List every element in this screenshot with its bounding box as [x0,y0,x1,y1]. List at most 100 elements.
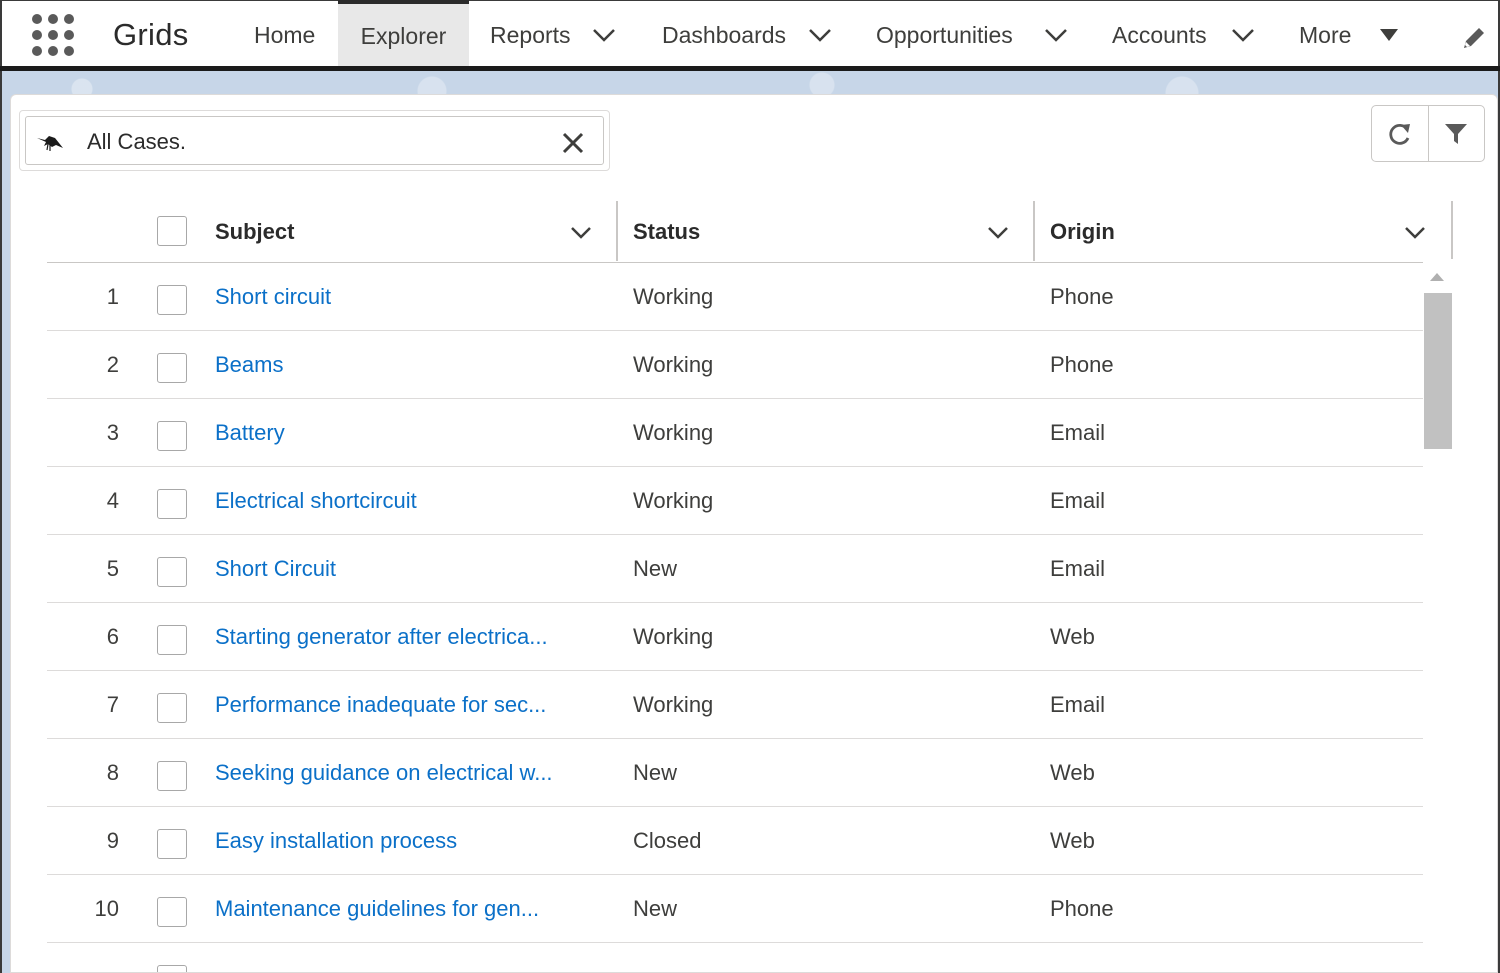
origin-cell: Web [1050,760,1095,785]
status-cell: Working [633,488,714,513]
row-number: 2 [106,352,119,377]
table-row: 7 Performance inadequate for sec... Work… [47,671,1423,739]
row-number: 9 [106,828,119,853]
table-row: 4 Electrical shortcircuit Working Email [47,467,1423,535]
more-caret-down-icon[interactable] [1379,1,1399,69]
row-checkbox[interactable] [157,353,187,383]
scroll-up-arrow-icon[interactable] [1430,273,1444,281]
subject-link[interactable]: Beams [215,352,283,378]
row-checkbox[interactable] [157,897,187,927]
table-row: 8 Seeking guidance on electrical w... Ne… [47,739,1423,807]
app-name: Grids [113,17,189,52]
origin-cell: Phone [1050,896,1114,921]
table-row-partial [47,943,1423,972]
origin-cell: Email [1050,556,1106,581]
nav-item-home[interactable]: Home [254,1,315,69]
grid-header: Subject Status Origin [47,201,1425,263]
table-row: 6 Starting generator after electrica... … [47,603,1423,671]
row-checkbox[interactable] [157,693,187,723]
status-cell: New [633,556,678,581]
row-checkbox[interactable] [157,285,187,315]
table-row: 1 Short circuit Working Phone [47,263,1423,331]
status-cell: Working [633,692,714,717]
origin-cell: Email [1050,420,1106,445]
row-number: 7 [106,692,119,717]
subject-link[interactable]: Maintenance guidelines for gen... [215,896,539,922]
list-view-name: All Cases. [87,129,187,154]
nav-item-reports[interactable]: Reports [490,1,571,69]
opportunities-chevron-down-icon[interactable] [1044,1,1068,69]
subject-link[interactable]: Electrical shortcircuit [215,488,417,514]
column-divider[interactable] [1033,201,1035,261]
nav-item-more[interactable]: More [1299,1,1351,69]
subject-link[interactable]: Performance inadequate for sec... [215,692,546,718]
row-checkbox[interactable] [157,421,187,451]
refresh-button[interactable] [1372,106,1428,161]
table-row: 10 Maintenance guidelines for gen... New… [47,875,1423,943]
origin-cell: Email [1050,488,1106,513]
subject-link[interactable]: Battery [215,420,285,446]
subject-chevron-down-icon[interactable] [566,201,596,263]
list-actions-button-group [1371,105,1485,162]
status-cell: Working [633,420,714,445]
row-number: 5 [106,556,119,581]
row-number: 6 [106,624,119,649]
table-row: 5 Short Circuit New Email [47,535,1423,603]
reports-chevron-down-icon[interactable] [592,1,616,69]
subject-link[interactable]: Short circuit [215,284,331,310]
pencil-icon[interactable] [1461,25,1487,51]
subject-link[interactable]: Short Circuit [215,556,336,582]
row-number: 8 [106,760,119,785]
status-cell: Closed [633,828,702,853]
list-view-input[interactable]: All Cases. [25,116,604,165]
list-view-card: All Cases. Subject Status Origin 1 Short… [10,94,1498,973]
filter-button[interactable] [1427,106,1484,161]
list-view-selector: All Cases. [19,110,610,171]
row-number: 3 [106,420,119,445]
nav-item-accounts[interactable]: Accounts [1112,1,1207,69]
nav-item-explorer[interactable]: Explorer [338,0,469,69]
origin-cell: Email [1050,692,1106,717]
dashboards-chevron-down-icon[interactable] [808,1,832,69]
global-navigation: Grids Home Explorer Reports Dashboards O… [0,0,1500,69]
origin-cell: Web [1050,828,1095,853]
scrollbar-thumb[interactable] [1424,293,1452,449]
grid-scrollbar[interactable] [1423,263,1453,972]
row-checkbox[interactable] [157,761,187,791]
status-cell: New [633,896,678,921]
row-number: 10 [94,896,119,921]
column-divider [1451,201,1453,259]
subject-link[interactable]: Starting generator after electrica... [215,624,548,650]
status-chevron-down-icon[interactable] [983,201,1013,263]
nav-item-opportunities[interactable]: Opportunities [876,1,1013,69]
column-header-origin[interactable]: Origin [1050,201,1115,263]
subject-link[interactable]: Easy installation process [215,828,457,854]
origin-chevron-down-icon[interactable] [1400,201,1430,263]
table-row: 9 Easy installation process Closed Web [47,807,1423,875]
status-cell: Working [633,624,714,649]
row-checkbox[interactable] [157,557,187,587]
row-checkbox[interactable] [157,489,187,519]
close-icon[interactable] [561,131,585,155]
column-divider[interactable] [616,201,618,261]
nav-item-dashboards[interactable]: Dashboards [662,1,786,69]
column-header-status[interactable]: Status [633,201,700,263]
row-checkbox[interactable] [157,965,187,972]
row-checkbox[interactable] [157,625,187,655]
row-number: 4 [106,488,119,513]
column-header-subject[interactable]: Subject [215,201,294,263]
select-all-checkbox[interactable] [157,216,187,246]
origin-cell: Web [1050,624,1095,649]
table-row: 2 Beams Working Phone [47,331,1423,399]
app-launcher-dots-icon[interactable] [32,14,74,56]
row-checkbox[interactable] [157,829,187,859]
row-number: 1 [106,284,119,309]
filter-icon [1445,123,1468,144]
origin-cell: Phone [1050,284,1114,309]
accounts-chevron-down-icon[interactable] [1231,1,1255,69]
status-cell: Working [633,284,714,309]
subject-link[interactable]: Seeking guidance on electrical w... [215,760,553,786]
cases-grid: Subject Status Origin 1 Short circuit Wo… [47,201,1425,972]
origin-cell: Phone [1050,352,1114,377]
status-cell: New [633,760,678,785]
